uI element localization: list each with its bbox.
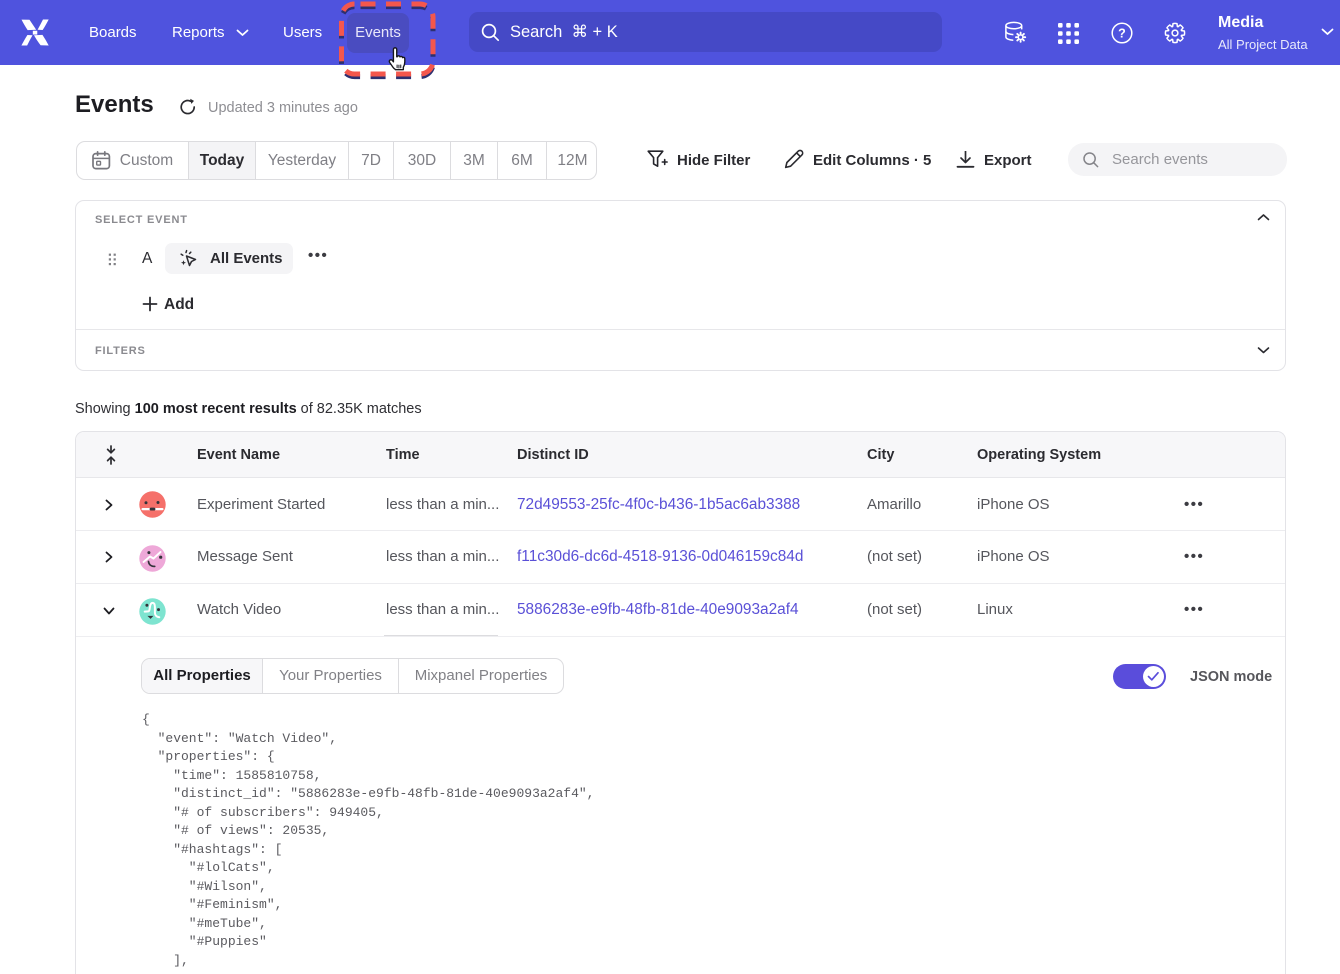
svg-text:?: ?: [1118, 26, 1126, 40]
